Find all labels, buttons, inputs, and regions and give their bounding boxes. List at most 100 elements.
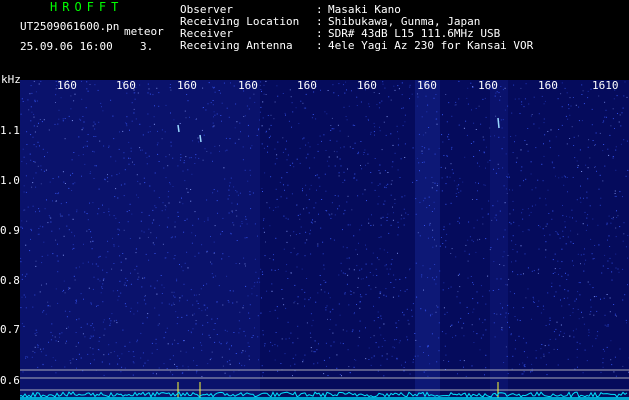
noise-dot xyxy=(574,368,576,370)
x-tick-label: 160 xyxy=(417,79,437,92)
noise-dot xyxy=(120,269,122,271)
noise-dot xyxy=(192,328,194,330)
noise-dot xyxy=(163,167,165,169)
noise-dot xyxy=(165,177,167,179)
noise-dot xyxy=(564,289,566,291)
noise-dot xyxy=(528,214,530,216)
noise-dot xyxy=(554,253,556,255)
noise-dot xyxy=(37,366,39,368)
noise-dot xyxy=(508,313,509,315)
noise-dot xyxy=(133,108,135,110)
noise-dot xyxy=(234,127,236,129)
noise-dot xyxy=(549,147,551,149)
noise-dot xyxy=(609,134,611,136)
noise-dot xyxy=(179,201,181,203)
noise-dot xyxy=(361,168,363,170)
noise-dot xyxy=(190,157,192,159)
noise-dot xyxy=(256,135,258,136)
noise-dot xyxy=(161,293,163,294)
noise-dot xyxy=(241,221,243,222)
noise-dot xyxy=(308,212,310,214)
noise-dot xyxy=(602,348,604,350)
noise-dot xyxy=(192,140,194,142)
noise-dot xyxy=(445,246,447,248)
noise-dot xyxy=(192,304,194,306)
noise-dot xyxy=(441,331,443,333)
noise-dot xyxy=(260,81,262,83)
noise-dot xyxy=(194,163,196,164)
noise-dot xyxy=(241,352,243,354)
noise-dot xyxy=(425,177,427,179)
noise-dot xyxy=(577,233,579,235)
noise-dot xyxy=(45,169,47,171)
noise-dot xyxy=(378,297,380,299)
noise-dot xyxy=(228,301,230,303)
noise-dot xyxy=(489,127,491,129)
noise-dot xyxy=(442,243,444,244)
noise-dot xyxy=(515,135,517,137)
noise-dot xyxy=(30,85,32,87)
noise-dot xyxy=(561,82,563,84)
noise-dot xyxy=(530,371,532,373)
noise-dot xyxy=(465,375,467,377)
noise-dot xyxy=(379,102,381,104)
noise-dot xyxy=(471,324,473,326)
noise-dot xyxy=(604,254,606,256)
noise-dot xyxy=(213,252,215,253)
noise-dot xyxy=(312,219,313,221)
noise-dot xyxy=(344,179,346,181)
noise-dot xyxy=(92,125,94,127)
noise-dot xyxy=(580,254,582,256)
noise-dot xyxy=(251,287,253,289)
noise-dot xyxy=(218,285,220,287)
noise-dot xyxy=(261,271,263,273)
noise-dot xyxy=(537,306,539,307)
noise-dot xyxy=(62,171,64,173)
noise-dot xyxy=(523,106,525,108)
noise-dot xyxy=(191,173,193,175)
noise-dot xyxy=(282,298,284,300)
noise-dot xyxy=(450,253,452,254)
noise-dot xyxy=(299,218,301,220)
noise-dot xyxy=(147,236,149,238)
noise-dot xyxy=(570,105,572,107)
noise-dot xyxy=(538,225,540,226)
noise-dot xyxy=(331,128,333,130)
noise-dot xyxy=(42,363,44,365)
noise-dot xyxy=(457,274,459,276)
noise-dot xyxy=(455,101,457,103)
noise-dot xyxy=(615,375,617,377)
noise-dot xyxy=(575,104,577,106)
noise-dot xyxy=(282,93,284,94)
noise-dot xyxy=(577,308,579,310)
noise-dot xyxy=(39,145,40,147)
noise-dot xyxy=(382,216,384,218)
noise-dot xyxy=(304,298,306,300)
noise-dot xyxy=(571,126,573,128)
noise-dot xyxy=(520,170,522,172)
noise-dot xyxy=(592,258,594,260)
noise-dot xyxy=(394,198,396,200)
noise-dot xyxy=(443,307,445,309)
noise-dot xyxy=(602,265,604,267)
noise-dot xyxy=(445,167,446,169)
noise-dot xyxy=(535,204,537,206)
noise-dot xyxy=(499,303,501,305)
noise-dot xyxy=(390,99,392,101)
noise-dot xyxy=(394,339,396,341)
noise-dot xyxy=(514,141,515,143)
noise-dot xyxy=(118,172,120,174)
noise-dot xyxy=(231,202,233,204)
noise-dot xyxy=(600,371,602,373)
noise-dot xyxy=(37,345,39,347)
noise-dot xyxy=(616,95,618,97)
noise-dot xyxy=(133,362,135,364)
noise-dot xyxy=(533,302,535,303)
noise-dot xyxy=(149,185,151,187)
noise-dot xyxy=(323,280,325,281)
noise-dot xyxy=(463,366,464,368)
noise-dot xyxy=(122,329,124,331)
noise-dot xyxy=(607,260,609,262)
noise-dot xyxy=(242,307,244,309)
noise-dot xyxy=(380,318,382,320)
